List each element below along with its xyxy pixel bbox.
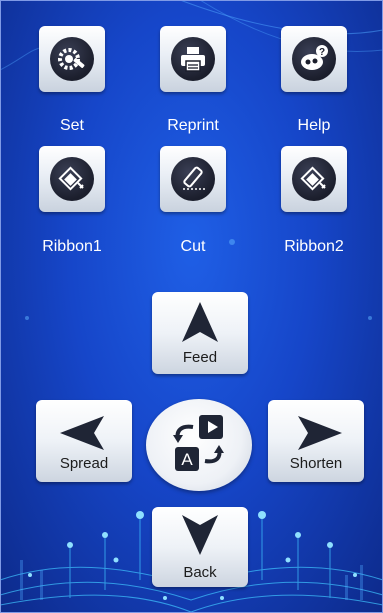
back-label: Back xyxy=(183,564,217,581)
arrow-up-icon xyxy=(182,302,218,342)
set-label: Set xyxy=(59,117,84,134)
ribbon-icon xyxy=(292,157,336,201)
help-icon: ? xyxy=(292,37,336,81)
shorten-button[interactable]: Shorten xyxy=(268,400,364,482)
ribbon2-button[interactable] xyxy=(281,146,347,212)
cut-label: Cut xyxy=(180,238,206,255)
spread-label: Spread xyxy=(59,455,109,472)
set-button[interactable] xyxy=(39,26,105,92)
swap-direction-button[interactable]: A xyxy=(146,399,252,491)
feed-label: Feed xyxy=(182,349,218,366)
arrow-left-icon xyxy=(60,416,104,450)
help-label: Help xyxy=(297,117,331,134)
shorten-label: Shorten xyxy=(289,455,343,472)
reprint-label: Reprint xyxy=(167,117,219,134)
help-button[interactable]: ? xyxy=(281,26,347,92)
center-letter: A xyxy=(181,450,193,469)
printer-icon xyxy=(171,37,215,81)
back-button[interactable]: Back xyxy=(152,507,248,587)
arrow-down-icon xyxy=(182,515,218,555)
gear-wrench-icon xyxy=(50,37,94,81)
cut-button[interactable] xyxy=(160,146,226,212)
spread-button[interactable]: Spread xyxy=(36,400,132,482)
ribbon1-label: Ribbon1 xyxy=(42,238,102,255)
reprint-button[interactable] xyxy=(160,26,226,92)
feed-button[interactable]: Feed xyxy=(152,292,248,374)
cutter-icon xyxy=(171,157,215,201)
arrow-right-icon xyxy=(298,416,342,450)
ribbon-icon xyxy=(50,157,94,201)
svg-text:?: ? xyxy=(319,47,325,58)
ribbon2-label: Ribbon2 xyxy=(284,238,344,255)
ribbon1-button[interactable] xyxy=(39,146,105,212)
